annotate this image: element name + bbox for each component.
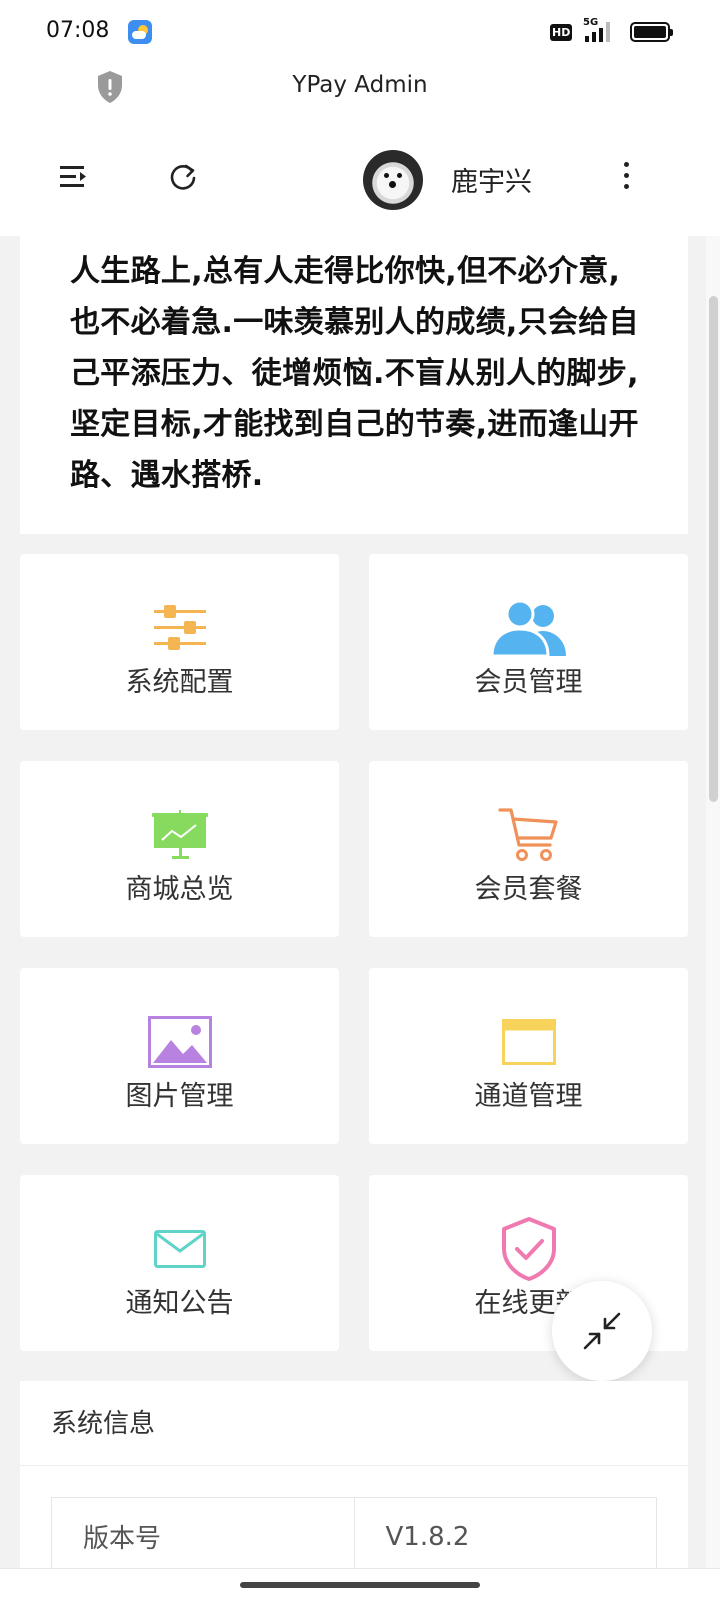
menu-fold-icon[interactable] (60, 164, 88, 188)
more-vertical-icon[interactable] (624, 162, 630, 192)
status-time: 07:08 (46, 18, 110, 43)
hd-badge: HD (550, 24, 573, 41)
shield-check-icon (501, 1217, 556, 1281)
top-toolbar: 鹿宇兴 (0, 124, 720, 236)
signal-icon (585, 22, 619, 42)
envelope-icon (153, 1230, 206, 1268)
tile-system-config[interactable]: 系统配置 (20, 554, 339, 730)
table-row: 版本号 V1.8.2 (51, 1497, 657, 1576)
scrollbar-thumb[interactable] (709, 296, 718, 802)
tile-mall-overview[interactable]: 商城总览 (20, 761, 339, 937)
info-key-version: 版本号 (51, 1497, 355, 1576)
window-icon (501, 1019, 556, 1065)
tile-label: 通知公告 (125, 1288, 234, 1319)
refresh-icon[interactable] (168, 162, 198, 192)
home-gesture-bar[interactable] (240, 1582, 480, 1588)
user-name[interactable]: 鹿宇兴 (451, 160, 532, 199)
battery-icon (630, 22, 673, 42)
tile-member-management[interactable]: 会员管理 (369, 554, 688, 730)
weather-icon (128, 20, 152, 44)
presentation-board-icon (151, 810, 208, 859)
tile-member-packages[interactable]: 会员套餐 (369, 761, 688, 937)
system-nav-bar (0, 1568, 720, 1600)
app-title: YPay Admin (292, 72, 428, 98)
quote-card: 人生路上,总有人走得比你快,但不必介意,也不必着急.一味羡慕别人的成绩,只会给自… (20, 236, 688, 534)
tile-label: 会员管理 (474, 667, 583, 698)
quote-text: 人生路上,总有人走得比你快,但不必介意,也不必着急.一味羡慕别人的成绩,只会给自… (70, 254, 639, 493)
system-info-table: 版本号 V1.8.2 (51, 1497, 657, 1576)
tile-label: 会员套餐 (474, 874, 583, 905)
status-bar: 07:08 HD 5G (0, 0, 720, 64)
app-header: YPay Admin (0, 64, 720, 124)
tile-image-management[interactable]: 图片管理 (20, 968, 339, 1144)
tile-channel-management[interactable]: 通道管理 (369, 968, 688, 1144)
users-icon (489, 600, 566, 656)
tile-label: 图片管理 (125, 1081, 234, 1112)
collapse-floating-button[interactable] (552, 1281, 652, 1381)
collapse-arrows-icon (583, 1312, 621, 1350)
sliders-icon (153, 605, 206, 650)
avatar[interactable] (363, 150, 423, 210)
tile-label: 通道管理 (474, 1081, 583, 1112)
tile-notices[interactable]: 通知公告 (20, 1175, 339, 1351)
image-icon (147, 1016, 212, 1068)
system-info-title: 系统信息 (51, 1409, 156, 1439)
shopping-cart-icon (497, 808, 558, 861)
tile-label: 商城总览 (125, 874, 234, 905)
divider (20, 1465, 688, 1466)
info-value-version: V1.8.2 (353, 1497, 657, 1576)
tile-label: 系统配置 (125, 667, 234, 698)
